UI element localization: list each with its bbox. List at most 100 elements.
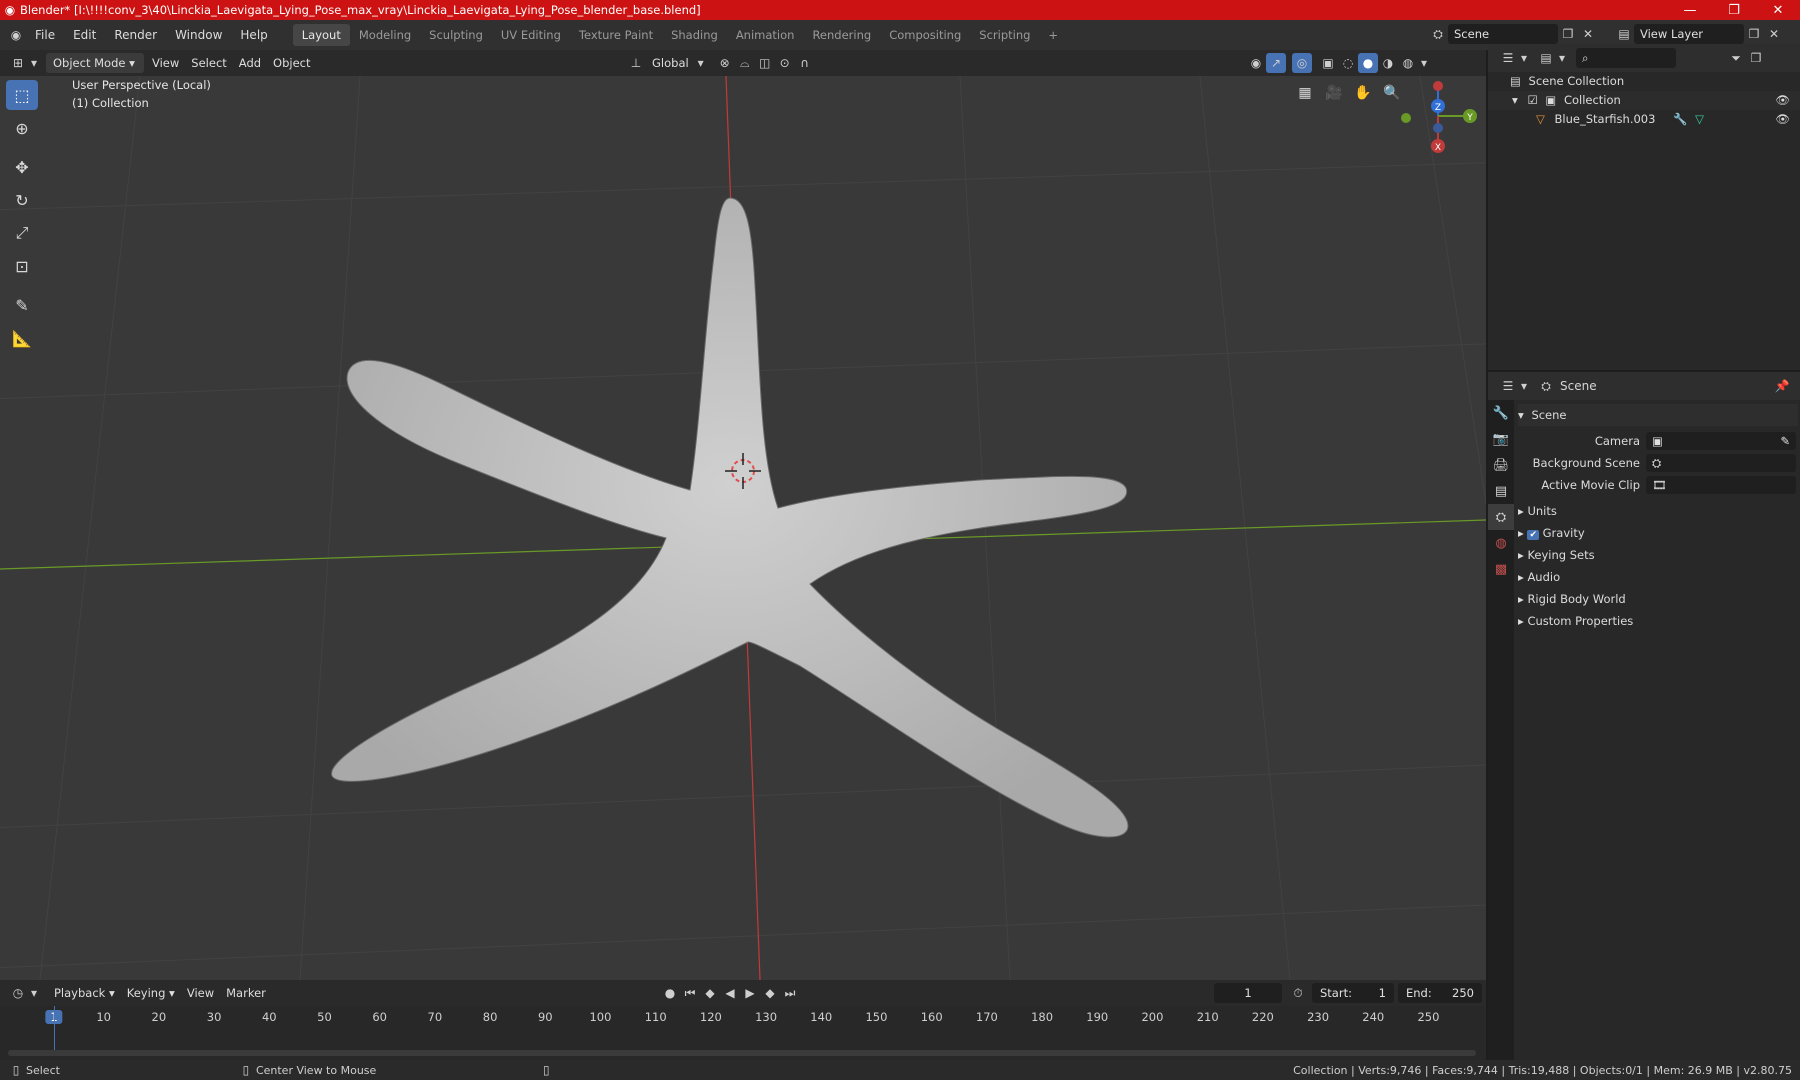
- custom-properties-panel-header[interactable]: ▸ Custom Properties: [1518, 610, 1798, 632]
- camera-view-icon[interactable]: 🎥: [1321, 80, 1347, 106]
- filter-icon[interactable]: ⏷: [1726, 48, 1746, 68]
- annotate-tool[interactable]: ✎: [6, 290, 38, 320]
- minimize-button[interactable]: —: [1668, 0, 1712, 20]
- view-layer-field[interactable]: View Layer: [1634, 24, 1744, 44]
- select-box-tool[interactable]: ⬚: [6, 80, 38, 110]
- outliner-row-object[interactable]: ▽ Blue_Starfish.003 🔧 ▽ 👁: [1488, 110, 1800, 129]
- menu-window[interactable]: Window: [166, 24, 231, 46]
- collection-checkbox[interactable]: ☑: [1527, 93, 1537, 107]
- keying-sets-panel-header[interactable]: ▸ Keying Sets: [1518, 544, 1798, 566]
- chevron-down-icon[interactable]: ▾: [1418, 53, 1430, 73]
- scene-panel-header[interactable]: ▾ Scene: [1518, 404, 1798, 426]
- new-scene-icon[interactable]: ❐: [1558, 24, 1578, 44]
- visibility-icon[interactable]: ◉: [1246, 53, 1266, 73]
- snap-target-icon[interactable]: ◫: [755, 53, 775, 73]
- navigation-gizmo[interactable]: Z Y X: [1392, 76, 1482, 156]
- wireframe-shading-icon[interactable]: ◌: [1338, 53, 1358, 73]
- properties-editor-icon[interactable]: ☰: [1498, 376, 1518, 396]
- texture-tab-icon[interactable]: ▩: [1488, 556, 1514, 582]
- timeline-scrollbar[interactable]: [8, 1050, 1476, 1056]
- scale-tool[interactable]: ⤢: [6, 218, 38, 248]
- move-tool[interactable]: ✥: [6, 152, 38, 182]
- play-reverse-icon[interactable]: ◀: [720, 983, 740, 1003]
- menu-edit[interactable]: Edit: [64, 24, 105, 46]
- rendered-shading-icon[interactable]: ◍: [1398, 53, 1418, 73]
- mesh-data-icon[interactable]: ▽: [1695, 112, 1704, 126]
- scene-icon[interactable]: ⛭: [1428, 24, 1448, 44]
- menu-help[interactable]: Help: [231, 24, 276, 46]
- audio-panel-header[interactable]: ▸ Audio: [1518, 566, 1798, 588]
- outliner-search-input[interactable]: ⌕: [1576, 48, 1676, 68]
- transform-tool[interactable]: ⊡: [6, 251, 38, 281]
- timeline-ruler[interactable]: 1102030405060708090100110120130140150160…: [0, 1006, 1486, 1060]
- pin-icon[interactable]: 📌: [1772, 376, 1792, 396]
- gravity-panel-header[interactable]: ▸ ✔ Gravity: [1518, 522, 1798, 544]
- measure-tool[interactable]: 📐: [6, 323, 38, 353]
- next-keyframe-icon[interactable]: ◆: [760, 983, 780, 1003]
- tab-uv-editing[interactable]: UV Editing: [492, 24, 570, 46]
- outliner-row-collection[interactable]: ▾ ☑ ▣ Collection 👁: [1488, 91, 1800, 110]
- tab-shading[interactable]: Shading: [662, 24, 727, 46]
- eye-icon[interactable]: 👁: [1775, 110, 1790, 129]
- menu-add[interactable]: Add: [233, 53, 267, 73]
- modifier-wrench-icon[interactable]: 🔧: [1673, 112, 1687, 126]
- gizmo-toggle-icon[interactable]: ↗: [1266, 53, 1286, 73]
- menu-timeline-view[interactable]: View: [181, 983, 220, 1003]
- solid-shading-icon[interactable]: ●: [1358, 53, 1378, 73]
- overlay-toggle-icon[interactable]: ◎: [1292, 53, 1312, 73]
- scene-field[interactable]: Scene: [1448, 24, 1558, 44]
- playhead-line[interactable]: [54, 1006, 55, 1054]
- editor-type-icon[interactable]: ⊞: [8, 53, 28, 73]
- xray-icon[interactable]: ▣: [1318, 53, 1338, 73]
- start-frame-field[interactable]: Start: 1: [1312, 983, 1394, 1003]
- stopwatch-icon[interactable]: ⏱: [1288, 983, 1308, 1003]
- play-icon[interactable]: ▶: [740, 983, 760, 1003]
- render-tab-icon[interactable]: 📷: [1488, 426, 1514, 452]
- eyedropper-icon[interactable]: ✎: [1780, 432, 1790, 450]
- view-layer-tab-icon[interactable]: ▤: [1488, 478, 1514, 504]
- snap-icon[interactable]: ⌓: [735, 53, 755, 73]
- menu-view[interactable]: View: [146, 53, 185, 73]
- scene-tab-icon[interactable]: ⛭: [1488, 504, 1514, 530]
- tab-scripting[interactable]: Scripting: [970, 24, 1039, 46]
- transform-orientation-select[interactable]: Global: [646, 53, 695, 73]
- display-mode-icon[interactable]: ▤: [1536, 48, 1556, 68]
- tab-sculpting[interactable]: Sculpting: [420, 24, 492, 46]
- tab-compositing[interactable]: Compositing: [880, 24, 970, 46]
- menu-marker[interactable]: Marker: [220, 983, 272, 1003]
- record-icon[interactable]: ●: [660, 983, 680, 1003]
- menu-file[interactable]: File: [26, 24, 64, 46]
- camera-field[interactable]: ▣ ✎: [1646, 432, 1796, 450]
- menu-keying[interactable]: Keying ▾: [121, 983, 181, 1003]
- falloff-icon[interactable]: ∩: [795, 53, 815, 73]
- menu-render[interactable]: Render: [105, 24, 166, 46]
- starfish-mesh[interactable]: [331, 197, 1129, 838]
- pan-hand-icon[interactable]: ✋: [1350, 80, 1376, 106]
- tab-texture-paint[interactable]: Texture Paint: [570, 24, 662, 46]
- menu-select[interactable]: Select: [185, 53, 232, 73]
- world-tab-icon[interactable]: ◍: [1488, 530, 1514, 556]
- blender-menu-icon[interactable]: ◉: [6, 25, 26, 45]
- view-layer-icon[interactable]: ▤: [1614, 24, 1634, 44]
- tab-animation[interactable]: Animation: [727, 24, 804, 46]
- menu-object[interactable]: Object: [267, 53, 316, 73]
- tool-tab-icon[interactable]: 🔧: [1488, 400, 1514, 426]
- outliner-editor-icon[interactable]: ☰: [1498, 48, 1518, 68]
- expand-arrow-icon[interactable]: ▾: [1512, 93, 1518, 107]
- 3d-viewport[interactable]: User Perspective (Local) (1) Collection …: [0, 76, 1486, 980]
- active-movie-clip-field[interactable]: 🎞: [1646, 476, 1796, 494]
- cursor-tool[interactable]: ⊕: [6, 113, 38, 143]
- proportional-edit-icon[interactable]: ⊙: [775, 53, 795, 73]
- pivot-icon[interactable]: ⊗: [715, 53, 735, 73]
- tab-modeling[interactable]: Modeling: [350, 24, 420, 46]
- add-workspace-button[interactable]: +: [1039, 24, 1067, 46]
- maximize-button[interactable]: ❐: [1712, 0, 1756, 20]
- current-frame-field[interactable]: 1: [1214, 983, 1282, 1003]
- jump-start-icon[interactable]: ⏮: [680, 983, 700, 1003]
- menu-playback[interactable]: Playback ▾: [48, 983, 121, 1003]
- new-view-layer-icon[interactable]: ❐: [1744, 24, 1764, 44]
- outliner-row-scene-collection[interactable]: ▤ Scene Collection: [1488, 72, 1800, 91]
- tab-layout[interactable]: Layout: [292, 24, 350, 46]
- material-shading-icon[interactable]: ◑: [1378, 53, 1398, 73]
- output-tab-icon[interactable]: 🖨: [1488, 452, 1514, 478]
